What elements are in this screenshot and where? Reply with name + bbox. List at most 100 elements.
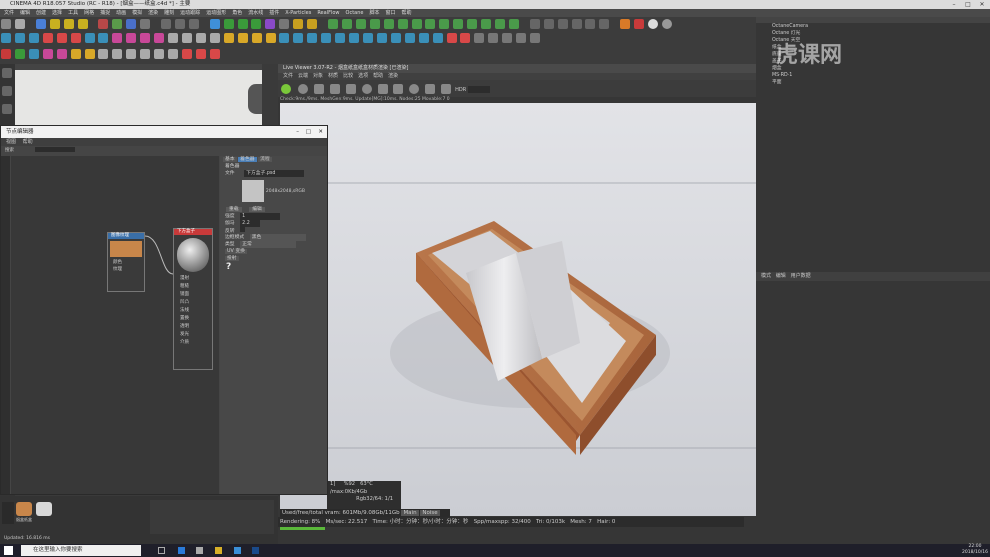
material-node[interactable]: 下方盒子 漫射 粗糙 镜面 凹凸 法线 置换 透明 发光 介质 (173, 228, 213, 370)
ne-menu-view[interactable]: 视图 (6, 139, 16, 145)
menu-item[interactable]: 流水线 (248, 10, 263, 16)
tool-icon-42[interactable] (28, 49, 39, 59)
y-axis-icon[interactable] (112, 19, 123, 29)
menu-item[interactable]: 工具 (68, 10, 78, 16)
scale-icon[interactable] (63, 19, 74, 29)
octane-icon-5[interactable] (585, 19, 596, 29)
lv-menu-item[interactable]: 云端 (298, 73, 308, 79)
menu-item[interactable]: 动画 (116, 10, 126, 16)
plugin-icon-10[interactable] (453, 19, 464, 29)
plugin-icon-5[interactable] (383, 19, 394, 29)
light-icon[interactable] (307, 19, 318, 29)
image-texture-node[interactable]: 图像纹理 颜色 纹理 (107, 232, 145, 292)
tool-icon-21[interactable] (279, 33, 290, 43)
render-restart-icon[interactable] (297, 84, 308, 94)
lv-menu-item[interactable]: 选项 (358, 73, 368, 79)
material-swatch-1[interactable] (16, 502, 32, 516)
undo-icon[interactable] (1, 19, 11, 29)
ne-close-button[interactable]: ✕ (318, 126, 323, 138)
tool-icon-14[interactable] (181, 33, 192, 43)
props-tab-basic[interactable]: 基本 (223, 157, 237, 162)
layout-icon-3[interactable] (648, 19, 659, 29)
octane-icon-6[interactable] (599, 19, 610, 29)
gamma-field[interactable]: 2.2 (240, 220, 261, 227)
attr-tab-mode[interactable]: 模式 (761, 273, 771, 279)
menu-item[interactable]: 捕捉 (100, 10, 110, 16)
attr-tab-edit[interactable]: 编辑 (776, 273, 786, 279)
plugin-icon-12[interactable] (481, 19, 492, 29)
tool-icon-15[interactable] (195, 33, 206, 43)
node-graph[interactable]: 图像纹理 颜色 纹理 下方盒子 漫射 粗糙 镜面 凹凸 法线 置换 透明 发光 … (11, 156, 219, 494)
minimize-button[interactable]: – (948, 0, 960, 9)
tool-icon-32[interactable] (432, 33, 443, 43)
tool-icon-43[interactable] (42, 49, 53, 59)
ne-menu-help[interactable]: 帮助 (23, 139, 33, 145)
tool-icon-41[interactable] (14, 49, 25, 59)
border-mode-select[interactable]: 黑色 (249, 234, 306, 241)
tool-icon-8[interactable] (98, 33, 109, 43)
tool-icon-16[interactable] (209, 33, 220, 43)
props-tab-flow[interactable]: 流程 (258, 157, 272, 162)
menu-item[interactable]: 运动图形 (206, 10, 226, 16)
tool-icon-12[interactable] (154, 33, 165, 43)
cube-icon[interactable] (209, 19, 220, 29)
file-path-field[interactable]: 下方盒子.psd (244, 170, 305, 177)
tool-icon-11[interactable] (140, 33, 151, 43)
tool-icon-10[interactable] (126, 33, 137, 43)
menu-item[interactable]: 编辑 (20, 10, 30, 16)
spline-icon[interactable] (223, 19, 234, 29)
channel-select[interactable] (468, 86, 491, 93)
octane-icon-2[interactable] (543, 19, 554, 29)
plugin-icon-9[interactable] (439, 19, 450, 29)
render-region-icon[interactable] (345, 84, 356, 94)
maximize-button[interactable]: □ (962, 0, 974, 9)
octane-icon-1[interactable] (529, 19, 540, 29)
render-view-icon[interactable] (160, 19, 171, 29)
tool-icon-52[interactable] (168, 49, 179, 59)
edit-button[interactable]: 编辑 (249, 207, 265, 212)
side-tool-icon-1[interactable] (2, 68, 12, 78)
render-focus-icon[interactable] (361, 84, 372, 94)
object-row[interactable]: Octane 灯光 (756, 30, 990, 37)
menu-item[interactable]: 网格 (84, 10, 94, 16)
tool-icon-48[interactable] (112, 49, 123, 59)
noise-tab[interactable]: Noise (420, 510, 440, 516)
render-stop-icon[interactable] (329, 84, 340, 94)
lv-menu-item[interactable]: 渲染 (388, 73, 398, 79)
power-field[interactable]: 1 (240, 213, 281, 220)
tool-icon-24[interactable] (321, 33, 332, 43)
edge-icon[interactable] (178, 547, 185, 554)
tool-icon-25[interactable] (335, 33, 346, 43)
tool-icon-46[interactable] (84, 49, 95, 59)
menu-item[interactable]: 文件 (4, 10, 14, 16)
select-icon[interactable] (35, 19, 46, 29)
photoshop-icon[interactable] (252, 547, 259, 554)
move-icon[interactable] (49, 19, 60, 29)
render-settings-icon-2[interactable] (441, 84, 452, 94)
menu-item[interactable]: 选择 (52, 10, 62, 16)
side-tool-icon-3[interactable] (2, 104, 12, 114)
render-light-icon[interactable] (425, 84, 436, 94)
tool-icon-47[interactable] (98, 49, 109, 59)
plugin-icon-13[interactable] (495, 19, 506, 29)
tool-icon-34[interactable] (460, 33, 471, 43)
tool-icon-50[interactable] (140, 49, 151, 59)
tool-icon-7[interactable] (84, 33, 95, 43)
tool-icon-29[interactable] (390, 33, 401, 43)
tool-icon-49[interactable] (126, 49, 137, 59)
object-row[interactable]: 平面 (756, 79, 990, 86)
plugin-icon-6[interactable] (397, 19, 408, 29)
tool-icon-5[interactable] (56, 33, 67, 43)
plugin-icon-3[interactable] (355, 19, 366, 29)
tool-icon-28[interactable] (376, 33, 387, 43)
ne-search-input[interactable] (35, 147, 76, 152)
tool-icon-38[interactable] (516, 33, 527, 43)
tool-icon-9[interactable] (112, 33, 123, 43)
task-view-icon[interactable] (158, 547, 165, 554)
menu-item[interactable]: 渲染 (148, 10, 158, 16)
plugin-icon-1[interactable] (327, 19, 338, 29)
render-lock-icon[interactable] (377, 84, 388, 94)
ne-maximize-button[interactable]: □ (306, 126, 311, 138)
plugin-icon-7[interactable] (411, 19, 422, 29)
node-palette-strip[interactable] (1, 156, 10, 494)
